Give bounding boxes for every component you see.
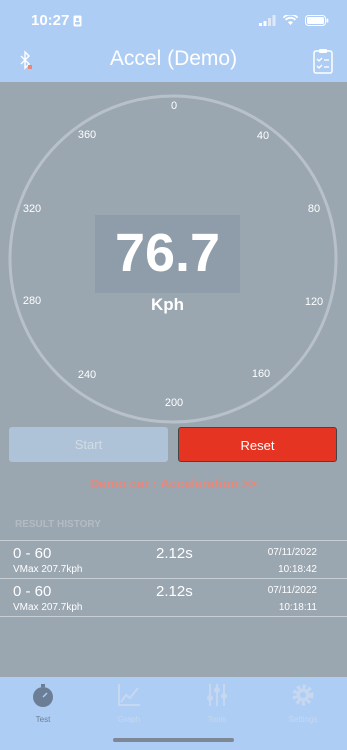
reset-button[interactable]: Reset — [178, 427, 337, 462]
gauge-tick: 280 — [22, 295, 42, 307]
tab-label: Settings — [288, 715, 318, 724]
gauge-tick: 160 — [251, 368, 271, 380]
chart-icon — [116, 684, 142, 712]
row-clock: 10:18:11 — [278, 602, 317, 613]
home-indicator — [113, 738, 234, 742]
row-range: 0 - 60 — [13, 545, 52, 562]
tab-tools[interactable]: Tools — [187, 682, 247, 724]
row-vmax: VMax 207.7kph — [13, 564, 83, 575]
signal-icon — [259, 13, 276, 31]
divider — [0, 616, 347, 617]
history-row[interactable]: 0 - 60 VMax 207.7kph 2.12s 07/11/2022 10… — [0, 540, 347, 579]
history-header: RESULT HISTORY — [15, 519, 101, 530]
status-bar: 10:27 — [0, 0, 347, 42]
row-range: 0 - 60 — [13, 583, 52, 600]
row-time: 2.12s — [156, 583, 193, 600]
nav-bar: Accel (Demo) — [0, 42, 347, 82]
gauge-tick: 240 — [77, 369, 97, 381]
sliders-icon — [204, 684, 230, 712]
row-time: 2.12s — [156, 545, 193, 562]
tab-label: Test — [35, 715, 51, 724]
clipboard-checklist-icon[interactable] — [313, 48, 333, 79]
gauge-tick: 80 — [307, 203, 321, 215]
wifi-icon — [282, 13, 299, 31]
tab-test[interactable]: Test — [13, 682, 73, 724]
demo-car-link[interactable]: Demo car : Acceleration >> — [0, 476, 347, 491]
speed-unit: Kph — [150, 295, 185, 314]
gauge-tick: 40 — [256, 130, 270, 142]
tab-label: Graph — [117, 715, 141, 724]
tab-label: Tools — [207, 715, 227, 724]
battery-icon — [305, 13, 329, 31]
stopwatch-icon — [30, 684, 56, 712]
contact-card-icon — [73, 14, 82, 32]
row-date: 07/11/2022 — [267, 547, 317, 558]
tab-graph[interactable]: Graph — [99, 682, 159, 724]
row-date: 07/11/2022 — [267, 585, 317, 596]
gear-icon — [290, 684, 316, 712]
status-time: 10:27 — [31, 12, 70, 29]
row-clock: 10:18:42 — [278, 564, 317, 575]
tab-settings[interactable]: Settings — [273, 682, 333, 724]
nav-title: Accel (Demo) — [109, 47, 238, 70]
start-button[interactable]: Start — [9, 427, 168, 462]
gauge-tick: 320 — [22, 203, 42, 215]
gauge-tick: 360 — [77, 129, 97, 141]
gauge-tick: 200 — [164, 397, 184, 409]
speed-gauge: 0 40 80 120 160 200 240 280 320 360 76.7… — [0, 82, 347, 427]
gauge-tick: 0 — [170, 100, 178, 112]
speed-value: 76.7 — [114, 223, 221, 283]
row-vmax: VMax 207.7kph — [13, 602, 83, 613]
gauge-tick: 120 — [304, 296, 324, 308]
history-row[interactable]: 0 - 60 VMax 207.7kph 2.12s 07/11/2022 10… — [0, 578, 347, 617]
